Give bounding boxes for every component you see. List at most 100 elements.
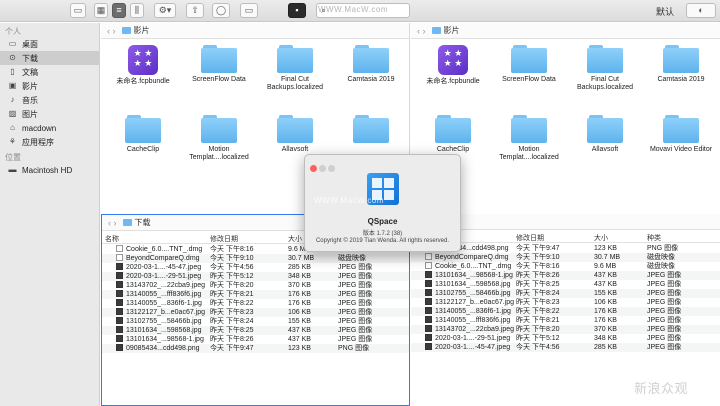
- column-header-name[interactable]: 名称: [105, 234, 119, 244]
- preview-toggle-button[interactable]: ◐: [686, 3, 716, 18]
- folder-item[interactable]: Movavi Video Editor: [643, 115, 719, 154]
- finder-window: ▭ ▦ ≡ ⫼ ⚙▾ ⇧ ◯ ▭ ▪ ⌕ 默认 ◐ 个人 ▭ 桌面 ⊙ 下载 ▯ 文稿…: [0, 0, 720, 406]
- file-kind: JPEG 图像: [338, 291, 373, 298]
- column-view-button[interactable]: ⫼: [130, 3, 144, 18]
- file-date: 今天 下午4:56: [210, 264, 254, 271]
- folder-item[interactable]: CacheClip: [415, 115, 491, 154]
- image-file-icon: [116, 263, 123, 270]
- file-name: 13102755_...58466b.jpg: [116, 317, 202, 326]
- table-row[interactable]: 13140055_...fff836f6.jpg 昨天 下午8:21 176 KB J…: [411, 316, 720, 325]
- table-row[interactable]: 13101634_...98568-1.jpg 昨天 下午8:26 437 KB JP…: [411, 271, 720, 280]
- sort-label[interactable]: 默认: [656, 5, 674, 18]
- sidebar-item-macintosh-hd[interactable]: ▬ Macintosh HD: [0, 163, 99, 177]
- table-row[interactable]: BeyondCompareQ.dmg 今天 下午9:10 30.7 MB 磁盘映像: [102, 254, 409, 263]
- image-file-icon: [425, 289, 432, 296]
- folder-item[interactable]: Motion Templat....localized: [181, 115, 257, 162]
- table-row[interactable]: 09085434...cdd498.png 今天 下午9:47 123 KB PNG …: [102, 344, 409, 353]
- folder-item[interactable]: [333, 115, 409, 146]
- sidebar-item-pictures[interactable]: ▨ 图片: [0, 107, 99, 121]
- file-size: 155 KB: [288, 318, 311, 325]
- file-kind: PNG 图像: [338, 345, 370, 352]
- folder-item[interactable]: Allavsoft: [257, 115, 333, 154]
- sidebar-item-desktop[interactable]: ▭ 桌面: [0, 37, 99, 51]
- table-row[interactable]: 13102755_...58466b.jpg 昨天 下午8:24 155 KB JPE…: [102, 317, 409, 326]
- table-row[interactable]: 13143702_...22cba9.jpeg 昨天 下午8:20 370 KB JP…: [411, 325, 720, 334]
- app-bundle-item[interactable]: ★ ★ ★ ★ 未命名.fcpbundle: [105, 45, 181, 86]
- action-gear-button[interactable]: ⚙▾: [154, 3, 176, 18]
- table-row[interactable]: 2020-03-1....-45-47.jpeg 今天 下午4:56 285 KB J…: [102, 263, 409, 272]
- table-row[interactable]: 2020-03-1....-45-47.jpeg 今天 下午4:56 285 KB J…: [411, 343, 720, 352]
- table-row[interactable]: 13140055_...fff836f6.jpg 昨天 下午8:21 176 KB J…: [102, 290, 409, 299]
- folder-item[interactable]: Motion Templat....localized: [491, 115, 567, 162]
- file-date: 昨天 下午8:26: [516, 272, 560, 279]
- column-header-size[interactable]: 大小: [288, 234, 302, 244]
- tag-button[interactable]: ◯: [212, 3, 230, 18]
- column-header-date[interactable]: 修改日期: [210, 234, 238, 244]
- folder-item[interactable]: Final Cut Backups.localized: [567, 45, 643, 92]
- close-icon[interactable]: [310, 165, 317, 172]
- back-forward-icon[interactable]: ‹ ›: [108, 218, 117, 228]
- file-date: 今天 下午9:47: [210, 345, 254, 352]
- list-view-button[interactable]: ≡: [112, 3, 126, 18]
- app-bundle-item[interactable]: ★ ★ ★ ★ 未命名.fcpbundle: [415, 45, 491, 86]
- table-row[interactable]: 13122127_b...e0ac67.jpg 昨天 下午8:23 106 KB JP…: [411, 298, 720, 307]
- file-date: 昨天 下午8:23: [516, 299, 560, 306]
- file-name: 13143702_...22cba9.jpeg: [425, 325, 514, 334]
- movie-icon: ▣: [8, 81, 17, 90]
- folder-item[interactable]: CacheClip: [105, 115, 181, 154]
- folder-item[interactable]: Camtasia 2019: [333, 45, 409, 84]
- table-row[interactable]: 13101634_...598568.jpg 昨天 下午8:25 437 KB JPE…: [102, 326, 409, 335]
- back-forward-icon[interactable]: ‹ ›: [417, 26, 426, 36]
- back-forward-icon[interactable]: ‹ ›: [107, 26, 116, 36]
- file-kind: JPEG 图像: [647, 308, 682, 315]
- table-row[interactable]: BeyondCompareQ.dmg 今天 下午9:10 30.7 MB 磁盘映像: [411, 253, 720, 262]
- file-date: 昨天 下午5:12: [210, 273, 254, 280]
- folder-item[interactable]: ScreenFlow Data: [491, 45, 567, 84]
- column-header-kind[interactable]: 种类: [647, 233, 661, 243]
- table-row[interactable]: 13122127_b...e0ac67.jpg 昨天 下午8:23 106 KB JP…: [102, 308, 409, 317]
- minimize-icon[interactable]: [319, 165, 326, 172]
- sidebar-item-downloads[interactable]: ⊙ 下载: [0, 51, 99, 65]
- terminal-button[interactable]: ▪: [288, 3, 306, 18]
- file-date: 昨天 下午8:22: [210, 300, 254, 307]
- table-row[interactable]: 2020-03-1....-29-51.jpeg 昨天 下午5:12 348 KB J…: [411, 334, 720, 343]
- column-header-date[interactable]: 修改日期: [516, 233, 544, 243]
- image-file-icon: [425, 325, 432, 332]
- icon-view-button[interactable]: ▦: [94, 3, 108, 18]
- file-size: 176 KB: [594, 317, 617, 324]
- table-row[interactable]: 13140055_...836f6-1.jpg 昨天 下午8:22 176 KB JP…: [102, 299, 409, 308]
- pictures-icon: ▨: [8, 109, 17, 118]
- table-row[interactable]: 13102755_...58466b.jpg 昨天 下午8:24 155 KB JPE…: [411, 289, 720, 298]
- table-row[interactable]: 13140055_...836f6-1.jpg 昨天 下午8:22 176 KB JP…: [411, 307, 720, 316]
- file-size: 106 KB: [594, 299, 617, 306]
- column-header-size[interactable]: 大小: [594, 233, 608, 243]
- folder-item[interactable]: Camtasia 2019: [643, 45, 719, 84]
- file-kind: JPEG 图像: [647, 299, 682, 306]
- file-date: 今天 下午8:16: [210, 246, 254, 253]
- zoom-icon[interactable]: [328, 165, 335, 172]
- item-label: Motion Templat....localized: [189, 146, 249, 161]
- sidebar-item-movies[interactable]: ▣ 影片: [0, 79, 99, 93]
- table-row[interactable]: 13143702_...22cba9.jpeg 昨天 下午8:20 370 KB JP…: [102, 281, 409, 290]
- watermark-top: WWW.MacW.com: [318, 5, 388, 14]
- sidebar-item-documents[interactable]: ▯ 文稿: [0, 65, 99, 79]
- sidebar-item-macdown[interactable]: ⌂ macdown: [0, 121, 99, 135]
- folder-icon: [277, 45, 313, 73]
- folder-icon: [125, 115, 161, 143]
- file-name: 2020-03-1....-29-51.jpeg: [425, 334, 510, 343]
- table-row[interactable]: 13101634_...598568.jpg 昨天 下午8:25 437 KB JPE…: [411, 280, 720, 289]
- folder-item[interactable]: Final Cut Backups.localized: [257, 45, 333, 92]
- folder-item[interactable]: Allavsoft: [567, 115, 643, 154]
- share-button[interactable]: ⇧: [186, 3, 204, 18]
- file-size: 370 KB: [288, 282, 311, 289]
- file-kind: JPEG 图像: [338, 309, 373, 316]
- table-row[interactable]: 13101634_...98568-1.jpg 昨天 下午8:26 437 KB JP…: [102, 335, 409, 344]
- app-version: 版本 1.7.2 (38): [362, 231, 403, 237]
- sidebar-item-music[interactable]: ♪ 音乐: [0, 93, 99, 107]
- new-folder-button[interactable]: ▭: [240, 3, 258, 18]
- table-row[interactable]: Cookie_6.0....TNT_.dmg 今天 下午8:16 9.6 MB 磁盘映…: [411, 262, 720, 271]
- table-row[interactable]: 2020-03-1....-29-51.jpeg 昨天 下午5:12 348 KB J…: [102, 272, 409, 281]
- sidebar-item-applications[interactable]: ⚘ 应用程序: [0, 135, 99, 149]
- sidebar-toggle-button[interactable]: ▭: [70, 3, 86, 18]
- folder-item[interactable]: ScreenFlow Data: [181, 45, 257, 84]
